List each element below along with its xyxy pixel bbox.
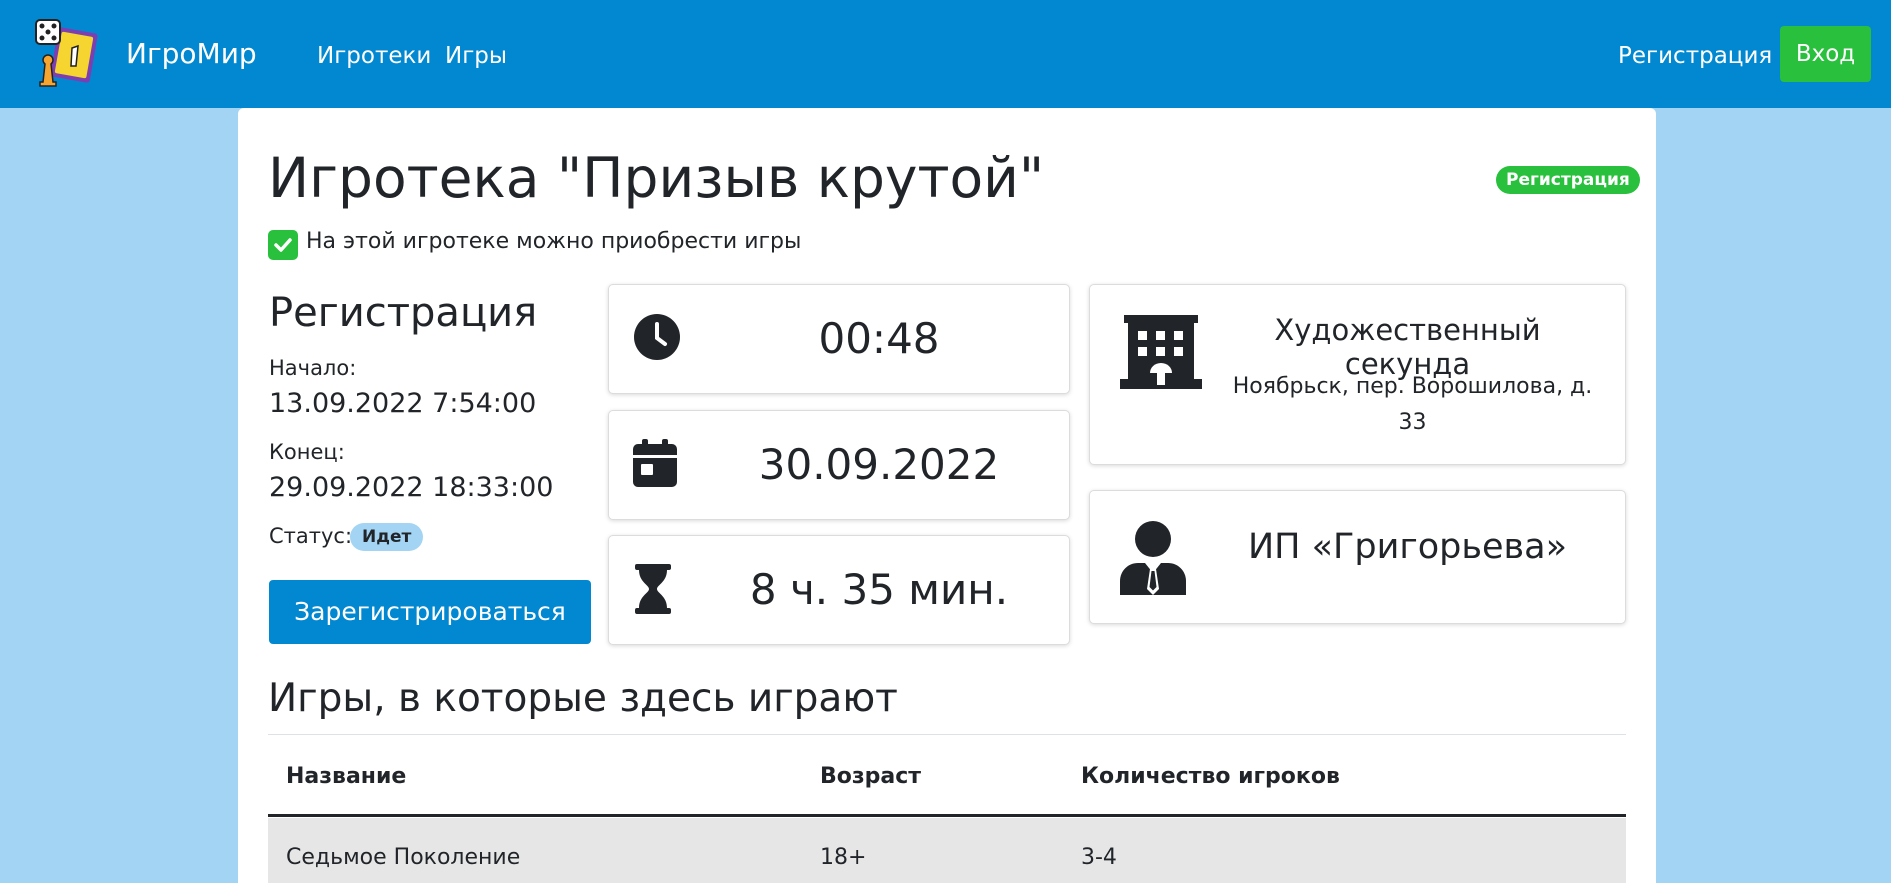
column-header-players: Количество игроков — [1081, 764, 1340, 789]
check-icon — [268, 230, 298, 260]
date-value: 30.09.2022 — [758, 440, 1000, 489]
nav-link-game-rooms[interactable]: Игротеки — [317, 0, 431, 108]
logo-icon[interactable] — [34, 18, 100, 90]
venue-address: Ноябрьск, пер. Ворошилова, д. 33 — [1232, 374, 1593, 435]
game-players-cell: 3-4 — [1081, 845, 1117, 870]
table-row[interactable]: Седьмое Поколение 18+ 3-4 — [268, 818, 1626, 883]
calendar-icon — [633, 439, 677, 487]
navbar: ИгроМир Игротеки Игры Регистрация Вход — [0, 0, 1891, 108]
start-value: 13.09.2022 7:54:00 — [269, 388, 537, 419]
organizer-name[interactable]: ИП «Григорьева» — [1210, 491, 1605, 623]
register-button[interactable]: Зарегистрироваться — [269, 580, 591, 644]
hourglass-icon — [635, 564, 671, 614]
page-title: Игротека "Призыв крутой" — [268, 146, 1045, 210]
duration-value: 8 ч. 35 мин. — [749, 565, 1009, 614]
game-age-cell: 18+ — [820, 845, 867, 870]
stage-badge: Регистрация — [1496, 166, 1640, 194]
brand-name[interactable]: ИгроМир — [126, 0, 257, 108]
clock-icon — [634, 314, 680, 360]
game-name-cell[interactable]: Седьмое Поколение — [286, 818, 520, 883]
organizer-card: ИП «Григорьева» — [1089, 490, 1626, 624]
buy-note: На этой игротеке можно приобрести игры — [306, 229, 802, 254]
user-tie-icon — [1120, 521, 1186, 595]
date-card: 30.09.2022 — [608, 410, 1070, 520]
registration-heading: Регистрация — [269, 290, 538, 336]
column-header-age: Возраст — [820, 764, 922, 789]
nav-link-games[interactable]: Игры — [445, 0, 507, 108]
time-value: 00:48 — [818, 314, 940, 363]
venue-card: Художественный секунда Ноябрьск, пер. Во… — [1089, 284, 1626, 465]
main-panel: Игротека "Призыв крутой" Регистрация На … — [238, 108, 1656, 883]
status-label: Статус: — [269, 524, 353, 548]
games-heading: Игры, в которые здесь играют — [268, 676, 898, 721]
nav-register-link[interactable]: Регистрация — [1618, 0, 1772, 108]
end-label: Конец: — [269, 440, 345, 464]
time-card: 00:48 — [608, 284, 1070, 394]
start-label: Начало: — [269, 356, 357, 380]
end-value: 29.09.2022 18:33:00 — [269, 472, 554, 503]
status-badge: Идет — [350, 523, 424, 551]
column-header-name: Название — [286, 764, 407, 789]
table-header: Название Возраст Количество игроков — [268, 735, 1626, 817]
duration-card: 8 ч. 35 мин. — [608, 535, 1070, 645]
login-button[interactable]: Вход — [1780, 26, 1871, 82]
building-icon — [1120, 315, 1202, 389]
